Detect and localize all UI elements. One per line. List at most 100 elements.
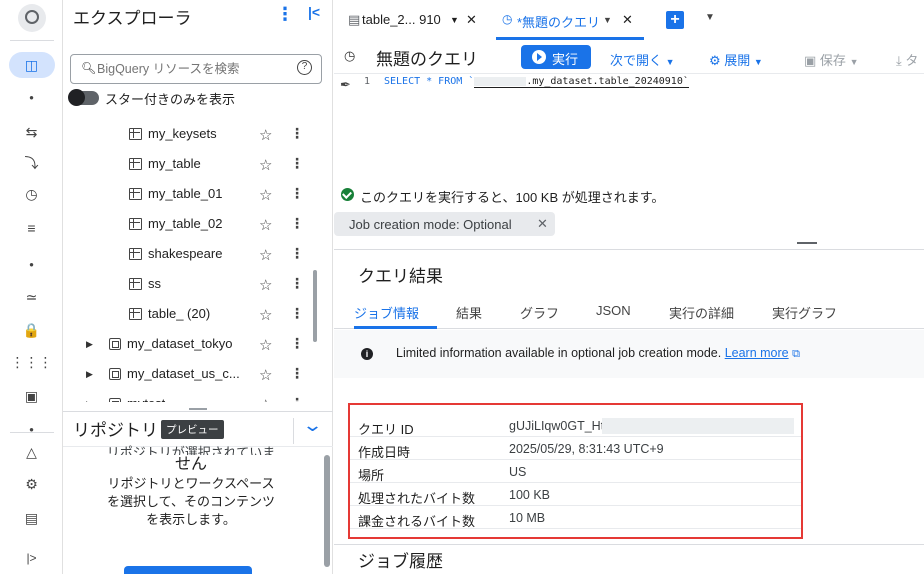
tree-item-label: ss xyxy=(148,276,161,291)
repository-empty-message: リポジトリが選択されていま せん リポジトリとワークスペース を選択して、そのコ… xyxy=(63,444,319,529)
external-link-icon[interactable]: ⧉ xyxy=(792,348,800,360)
tab-label: table_2... 910 xyxy=(362,12,441,27)
tree-item[interactable]: ▶ my_dataset_tokyo ☆ ⋮ xyxy=(63,330,313,360)
learn-more-link[interactable]: Learn more xyxy=(725,346,789,360)
sparkle-pen-icon[interactable]: ✒ xyxy=(340,77,351,93)
open-in-menu[interactable]: 次で開く ▼ xyxy=(610,50,675,69)
more-actions-icon[interactable]: ⋮ xyxy=(290,125,304,142)
star-icon[interactable]: ☆ xyxy=(259,306,272,324)
close-icon[interactable]: ✕ xyxy=(537,216,548,232)
tree-item[interactable]: ▶ my_dataset_us_c... ☆ ⋮ xyxy=(63,360,313,390)
star-icon[interactable]: ☆ xyxy=(259,276,272,294)
pipeline-icon[interactable]: ⤵ xyxy=(0,153,63,173)
job-creation-mode-chip[interactable]: Job creation mode: Optional ✕ xyxy=(334,212,555,236)
add-tab-button[interactable]: + xyxy=(666,11,684,29)
more-actions-icon[interactable]: ⋮ xyxy=(290,155,304,172)
tab-table[interactable]: ▤ table_2... 910 ▼ ✕ xyxy=(344,0,484,40)
star-icon[interactable]: ☆ xyxy=(259,126,272,144)
tree-item[interactable]: table_ (20) ☆ ⋮ xyxy=(63,300,313,330)
star-icon[interactable]: ☆ xyxy=(259,396,272,402)
table-row: 課金されるバイト数 10 MB xyxy=(350,507,801,529)
repository-scrollbar[interactable] xyxy=(324,455,330,567)
history-icon[interactable]: ◷ xyxy=(0,184,63,204)
close-icon[interactable]: ✕ xyxy=(622,12,633,28)
tab-json[interactable]: JSON xyxy=(596,303,631,318)
close-icon[interactable]: ✕ xyxy=(466,12,477,28)
more-actions-icon[interactable]: ⋮ xyxy=(290,365,304,382)
tab-execution-graph[interactable]: 実行グラフ xyxy=(772,303,837,322)
chevron-down-icon[interactable]: ⌄ xyxy=(302,415,323,436)
more-actions-icon[interactable]: ⋮ xyxy=(290,245,304,262)
tree-item-label: shakespeare xyxy=(148,246,223,261)
settings-icon[interactable]: ⚙ xyxy=(0,474,63,494)
tree-item-label: mytest xyxy=(127,396,165,402)
star-icon[interactable]: ☆ xyxy=(259,156,272,174)
expand-menu[interactable]: ⚙ 展開 ▼ xyxy=(709,50,763,69)
tree-item-label: my_table_02 xyxy=(148,216,223,231)
tab-execution-details[interactable]: 実行の詳細 xyxy=(669,303,734,322)
tree-item[interactable]: my_table ☆ ⋮ xyxy=(63,150,313,180)
select-repository-button[interactable] xyxy=(124,566,252,574)
tab-chart[interactable]: グラフ xyxy=(520,303,559,322)
transfer-icon[interactable]: ⇆ xyxy=(0,122,63,142)
code-line[interactable]: SELECT * FROM ` .my_dataset.table_2024091… xyxy=(384,76,689,88)
tree-item[interactable]: ▶ mytest ☆ ⋮ xyxy=(63,390,313,402)
tab-list-chevron-icon[interactable]: ▼ xyxy=(705,12,715,23)
starred-only-toggle[interactable] xyxy=(68,89,99,106)
overflow-label: タ xyxy=(905,53,919,68)
tree-item-label: my_dataset_tokyo xyxy=(127,336,233,351)
star-icon[interactable]: ☆ xyxy=(259,216,272,234)
panel-resize-handle[interactable] xyxy=(189,408,207,410)
filter-icon[interactable]: ≡ xyxy=(0,218,63,238)
more-actions-icon[interactable]: ⋮ xyxy=(290,335,304,352)
tree-item[interactable]: my_table_01 ☆ ⋮ xyxy=(63,180,313,210)
tree-item[interactable]: my_keysets ☆ ⋮ xyxy=(63,120,313,150)
lock-icon[interactable]: 🔒 xyxy=(0,320,63,340)
query-toolbar: ◷ 無題のクエリ 実行 次で開く ▼ ⚙ 展開 ▼ ▣ 保存 ▼ ⤓ タ xyxy=(334,40,924,74)
split-resize-handle[interactable] xyxy=(797,242,817,244)
tab-results[interactable]: 結果 xyxy=(456,303,482,322)
table-icon xyxy=(129,278,142,290)
tree-scrollbar[interactable] xyxy=(313,270,317,342)
sql-editor[interactable]: ✒ 1 SELECT * FROM ` .my_dataset.table_202… xyxy=(334,74,924,180)
expand-label: 展開 xyxy=(724,53,751,68)
more-actions-icon[interactable]: ⋮ xyxy=(290,305,304,322)
star-icon[interactable]: ☆ xyxy=(259,336,272,354)
apps-grid-icon[interactable]: ⋮⋮⋮ xyxy=(0,352,63,372)
expand-rail-icon[interactable]: |> xyxy=(0,548,63,568)
chevron-down-icon[interactable]: ▼ xyxy=(450,15,459,25)
more-actions-icon[interactable]: ⋮ xyxy=(290,215,304,232)
run-button[interactable]: 実行 xyxy=(521,45,591,69)
info-banner: i Limited information available in optio… xyxy=(334,330,924,378)
tree-item[interactable]: my_table_02 ☆ ⋮ xyxy=(63,210,313,240)
expand-arrow-icon[interactable]: ▶ xyxy=(86,369,93,380)
expand-arrow-icon[interactable]: ▶ xyxy=(86,399,93,402)
expand-arrow-icon[interactable]: ▶ xyxy=(86,339,93,350)
hierarchy-icon[interactable]: △ xyxy=(0,442,63,462)
release-notes-icon[interactable]: ▤ xyxy=(0,508,63,528)
chevron-down-icon: ▼ xyxy=(665,57,675,67)
chevron-down-icon[interactable]: ▼ xyxy=(603,15,612,25)
star-icon[interactable]: ☆ xyxy=(259,366,272,384)
more-actions-icon[interactable]: ⋮ xyxy=(290,185,304,202)
capture-icon[interactable]: ▣ xyxy=(0,386,63,406)
studio-icon[interactable]: ◫ xyxy=(0,55,63,75)
tab-job-info[interactable]: ジョブ情報 xyxy=(354,303,419,322)
overflow-menu[interactable]: ⤓ タ xyxy=(896,50,918,69)
star-icon[interactable]: ☆ xyxy=(259,186,272,204)
collapse-panel-icon[interactable]: |< xyxy=(308,4,320,20)
explorer-more-icon[interactable]: ⋮ xyxy=(276,4,294,25)
star-icon[interactable]: ☆ xyxy=(259,246,272,264)
tree-item[interactable]: shakespeare ☆ ⋮ xyxy=(63,240,313,270)
tree-item[interactable]: ss ☆ ⋮ xyxy=(63,270,313,300)
bigquery-logo-icon[interactable] xyxy=(18,4,46,32)
search-input[interactable] xyxy=(97,55,287,83)
save-menu[interactable]: ▣ 保存 ▼ xyxy=(804,50,858,69)
job-history-title[interactable]: ジョブ履歴 xyxy=(358,547,443,572)
analytics-icon[interactable]: ≃ xyxy=(0,287,63,307)
tab-untitled-query[interactable]: ◷ *無題のクエリ ▼ ✕ xyxy=(496,0,644,40)
more-actions-icon[interactable]: ⋮ xyxy=(290,275,304,292)
check-circle-icon xyxy=(341,188,354,201)
help-icon[interactable]: ? xyxy=(297,60,312,75)
more-actions-icon[interactable]: ⋮ xyxy=(290,395,304,402)
